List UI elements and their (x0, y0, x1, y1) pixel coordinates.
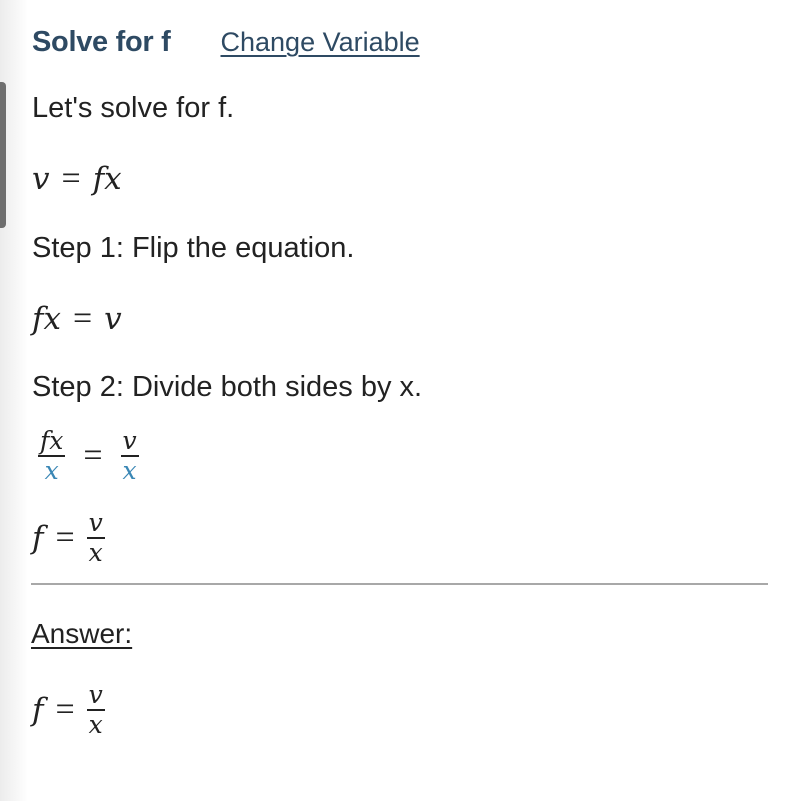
equation-lhs: v (32, 161, 50, 197)
equation-lhs: f (32, 519, 44, 556)
denominator: x (88, 538, 103, 567)
numerator: v (86, 680, 105, 711)
step-1-label: Step 1: Flip the equation. (32, 232, 355, 264)
equation-lhs: fx (32, 301, 61, 337)
numerator: v (120, 426, 139, 457)
step-2-result-equation: f = v x (32, 510, 105, 565)
rhs-fraction: v x (86, 508, 105, 567)
step-1-equation: fx = v (32, 300, 122, 338)
answer-label: Answer: (31, 618, 133, 649)
equals-sign: = (61, 160, 81, 197)
equation-rhs: v (104, 301, 122, 337)
scrollbar-thumb[interactable] (0, 82, 6, 228)
numerator: v (86, 508, 105, 539)
intro-text: Let's solve for f. (32, 92, 235, 124)
denominator: x (88, 710, 103, 739)
equation-rhs: fx (92, 161, 122, 197)
equation-initial: v = fx (32, 160, 122, 198)
equals-sign: = (72, 300, 93, 337)
step-2-label: Step 2: Divide both sides by x. (32, 371, 423, 403)
equals-sign: = (55, 690, 75, 728)
header: Solve for f Change Variable (32, 26, 420, 66)
section-divider (31, 583, 768, 585)
equation-lhs: f (32, 691, 44, 728)
change-variable-link[interactable]: Change Variable (221, 27, 420, 58)
rhs-fraction: v x (120, 426, 139, 485)
denominator: x (44, 456, 59, 485)
lhs-fraction: fx x (38, 426, 66, 485)
step-2-work-equation: fx x = v x (38, 428, 139, 483)
rhs-fraction: v x (86, 680, 105, 739)
numerator: fx (38, 426, 66, 457)
equals-sign: = (83, 436, 103, 474)
denominator: x (122, 456, 137, 485)
equals-sign: = (55, 518, 75, 556)
answer-equation: f = v x (32, 682, 105, 737)
page-title: Solve for f (32, 26, 171, 58)
